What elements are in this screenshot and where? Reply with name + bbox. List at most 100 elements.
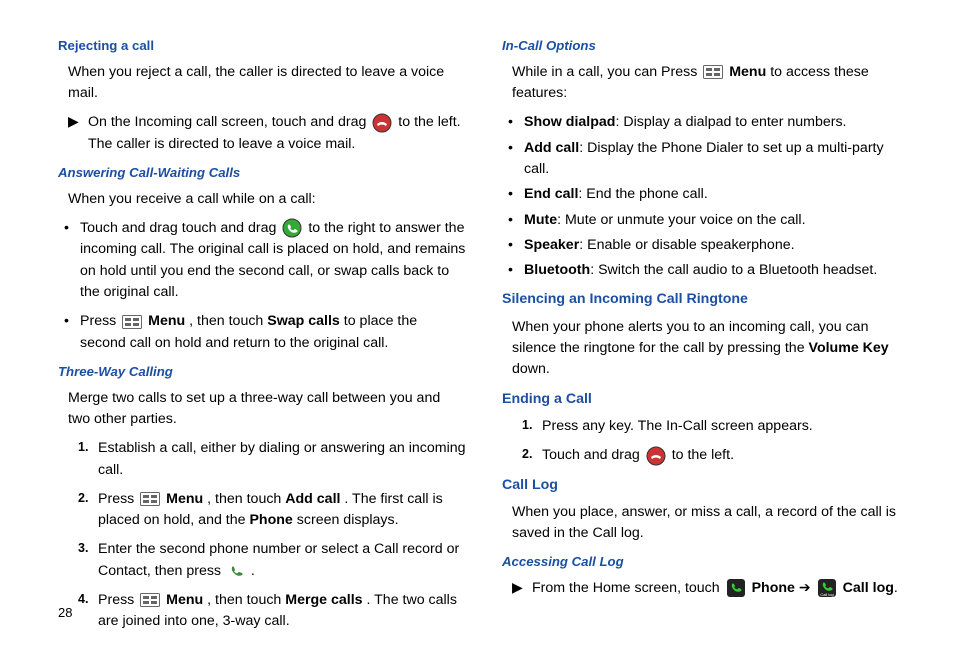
list-item: • Touch and drag touch and drag to the r…	[58, 218, 466, 303]
dial-icon	[227, 562, 245, 580]
list-item: 3. Enter the second phone number or sele…	[58, 539, 466, 582]
text: : Enable or disable speakerphone.	[579, 237, 794, 253]
text-bold: Mute	[524, 212, 557, 228]
bullet: •	[58, 218, 80, 303]
text: : End the phone call.	[578, 186, 707, 202]
list-item: 1. Press any key. The In-Call screen app…	[502, 416, 910, 437]
list-item: 4. Press Menu , then touch Merge calls .…	[58, 590, 466, 633]
text: Press	[98, 491, 138, 507]
number-bullet: 1.	[58, 438, 98, 481]
text: On the Incoming call screen, touch and d…	[88, 114, 370, 130]
text: down.	[512, 361, 550, 377]
bullet: •	[502, 210, 524, 231]
text: : Switch the call audio to a Bluetooth h…	[590, 262, 877, 278]
list-item: ▶ On the Incoming call screen, touch and…	[58, 112, 466, 155]
bullet: •	[502, 184, 524, 205]
bullet: •	[58, 311, 80, 354]
bullet: •	[502, 138, 524, 181]
heading-incall-options: In-Call Options	[502, 36, 910, 56]
number-bullet: 2.	[58, 489, 98, 532]
paragraph: While in a call, you can Press Menu to a…	[512, 62, 910, 105]
list-item: •Mute: Mute or unmute your voice on the …	[502, 210, 910, 231]
list-item: 1. Establish a call, either by dialing o…	[58, 438, 466, 481]
menu-icon	[703, 65, 723, 79]
text: : Display a dialpad to enter numbers.	[615, 114, 846, 130]
text: , then touch	[207, 491, 285, 507]
text-bold: Add call	[285, 491, 340, 507]
text-bold: End call	[524, 186, 578, 202]
text-bold: Add call	[524, 140, 579, 156]
text: Enter the second phone number or select …	[98, 541, 459, 578]
phone-hangup-icon	[372, 113, 392, 133]
text-bold: Menu	[729, 64, 766, 80]
text-bold: Menu	[166, 592, 203, 608]
text-bold: Phone	[249, 512, 292, 528]
number-bullet: 1.	[502, 416, 542, 437]
paragraph: When you receive a call while on a call:	[68, 189, 466, 210]
triangle-bullet: ▶	[58, 112, 88, 155]
list-item: 2. Press Menu , then touch Add call . Th…	[58, 489, 466, 532]
svg-text:Call log: Call log	[820, 592, 833, 597]
left-column: Rejecting a call When you reject a call,…	[58, 32, 466, 641]
menu-icon	[140, 593, 160, 607]
triangle-bullet: ▶	[502, 578, 532, 599]
text: screen displays.	[297, 512, 399, 528]
text: : Mute or unmute your voice on the call.	[557, 212, 805, 228]
text: Establish a call, either by dialing or a…	[98, 440, 466, 477]
heading-call-waiting: Answering Call-Waiting Calls	[58, 163, 466, 183]
text-bold: Volume Key	[809, 340, 889, 356]
list-item: ▶ From the Home screen, touch Phone ➔ Ca…	[502, 578, 910, 599]
page-number: 28	[58, 603, 72, 623]
paragraph: When your phone alerts you to an incomin…	[512, 317, 910, 381]
text: While in a call, you can Press	[512, 64, 701, 80]
menu-icon	[140, 492, 160, 506]
heading-rejecting-call: Rejecting a call	[58, 36, 466, 56]
phone-app-icon	[726, 578, 746, 598]
paragraph: When you place, answer, or miss a call, …	[512, 502, 910, 545]
text: Press	[80, 313, 120, 329]
text-bold: Menu	[166, 491, 203, 507]
text-bold: Bluetooth	[524, 262, 590, 278]
right-column: In-Call Options While in a call, you can…	[502, 32, 910, 641]
manual-page: Rejecting a call When you reject a call,…	[0, 0, 954, 659]
list-item: 2. Touch and drag to the left.	[502, 445, 910, 466]
bullet: •	[502, 260, 524, 281]
text: Touch and drag touch and drag	[80, 220, 280, 236]
phone-answer-icon	[282, 218, 302, 238]
text: , then touch	[189, 313, 267, 329]
text-bold: Show dialpad	[524, 114, 615, 130]
heading-call-log: Call Log	[502, 475, 910, 496]
heading-three-way: Three-Way Calling	[58, 362, 466, 382]
bullet: •	[502, 235, 524, 256]
text: .	[894, 580, 898, 596]
list-item: •Add call: Display the Phone Dialer to s…	[502, 138, 910, 181]
list-item: •Bluetooth: Switch the call audio to a B…	[502, 260, 910, 281]
text-bold: Speaker	[524, 237, 579, 253]
text-bold: Phone	[752, 580, 795, 596]
text: Press	[98, 592, 138, 608]
list-item: • Press Menu , then touch Swap calls to …	[58, 311, 466, 354]
paragraph: Merge two calls to set up a three-way ca…	[68, 388, 466, 431]
text: From the Home screen, touch	[532, 580, 724, 596]
text-bold: Call log	[843, 580, 894, 596]
text-bold: Menu	[148, 313, 185, 329]
number-bullet: 2.	[502, 445, 542, 466]
list-item: •Speaker: Enable or disable speakerphone…	[502, 235, 910, 256]
text: Touch and drag	[542, 447, 644, 463]
phone-hangup-icon	[646, 446, 666, 466]
bullet: •	[502, 112, 524, 133]
heading-ending-call: Ending a Call	[502, 389, 910, 410]
call-log-app-icon: Call log	[817, 578, 837, 598]
list-item: •Show dialpad: Display a dialpad to ente…	[502, 112, 910, 133]
menu-icon	[122, 315, 142, 329]
paragraph: When you reject a call, the caller is di…	[68, 62, 466, 105]
text-bold: Swap calls	[267, 313, 340, 329]
text: .	[251, 563, 255, 579]
text-bold: Merge calls	[285, 592, 362, 608]
text: Press any key. The In-Call screen appear…	[542, 418, 813, 434]
text: to the left.	[672, 447, 734, 463]
heading-silencing: Silencing an Incoming Call Ringtone	[502, 289, 910, 310]
text: , then touch	[207, 592, 285, 608]
arrow-icon: ➔	[799, 580, 815, 596]
number-bullet: 3.	[58, 539, 98, 582]
